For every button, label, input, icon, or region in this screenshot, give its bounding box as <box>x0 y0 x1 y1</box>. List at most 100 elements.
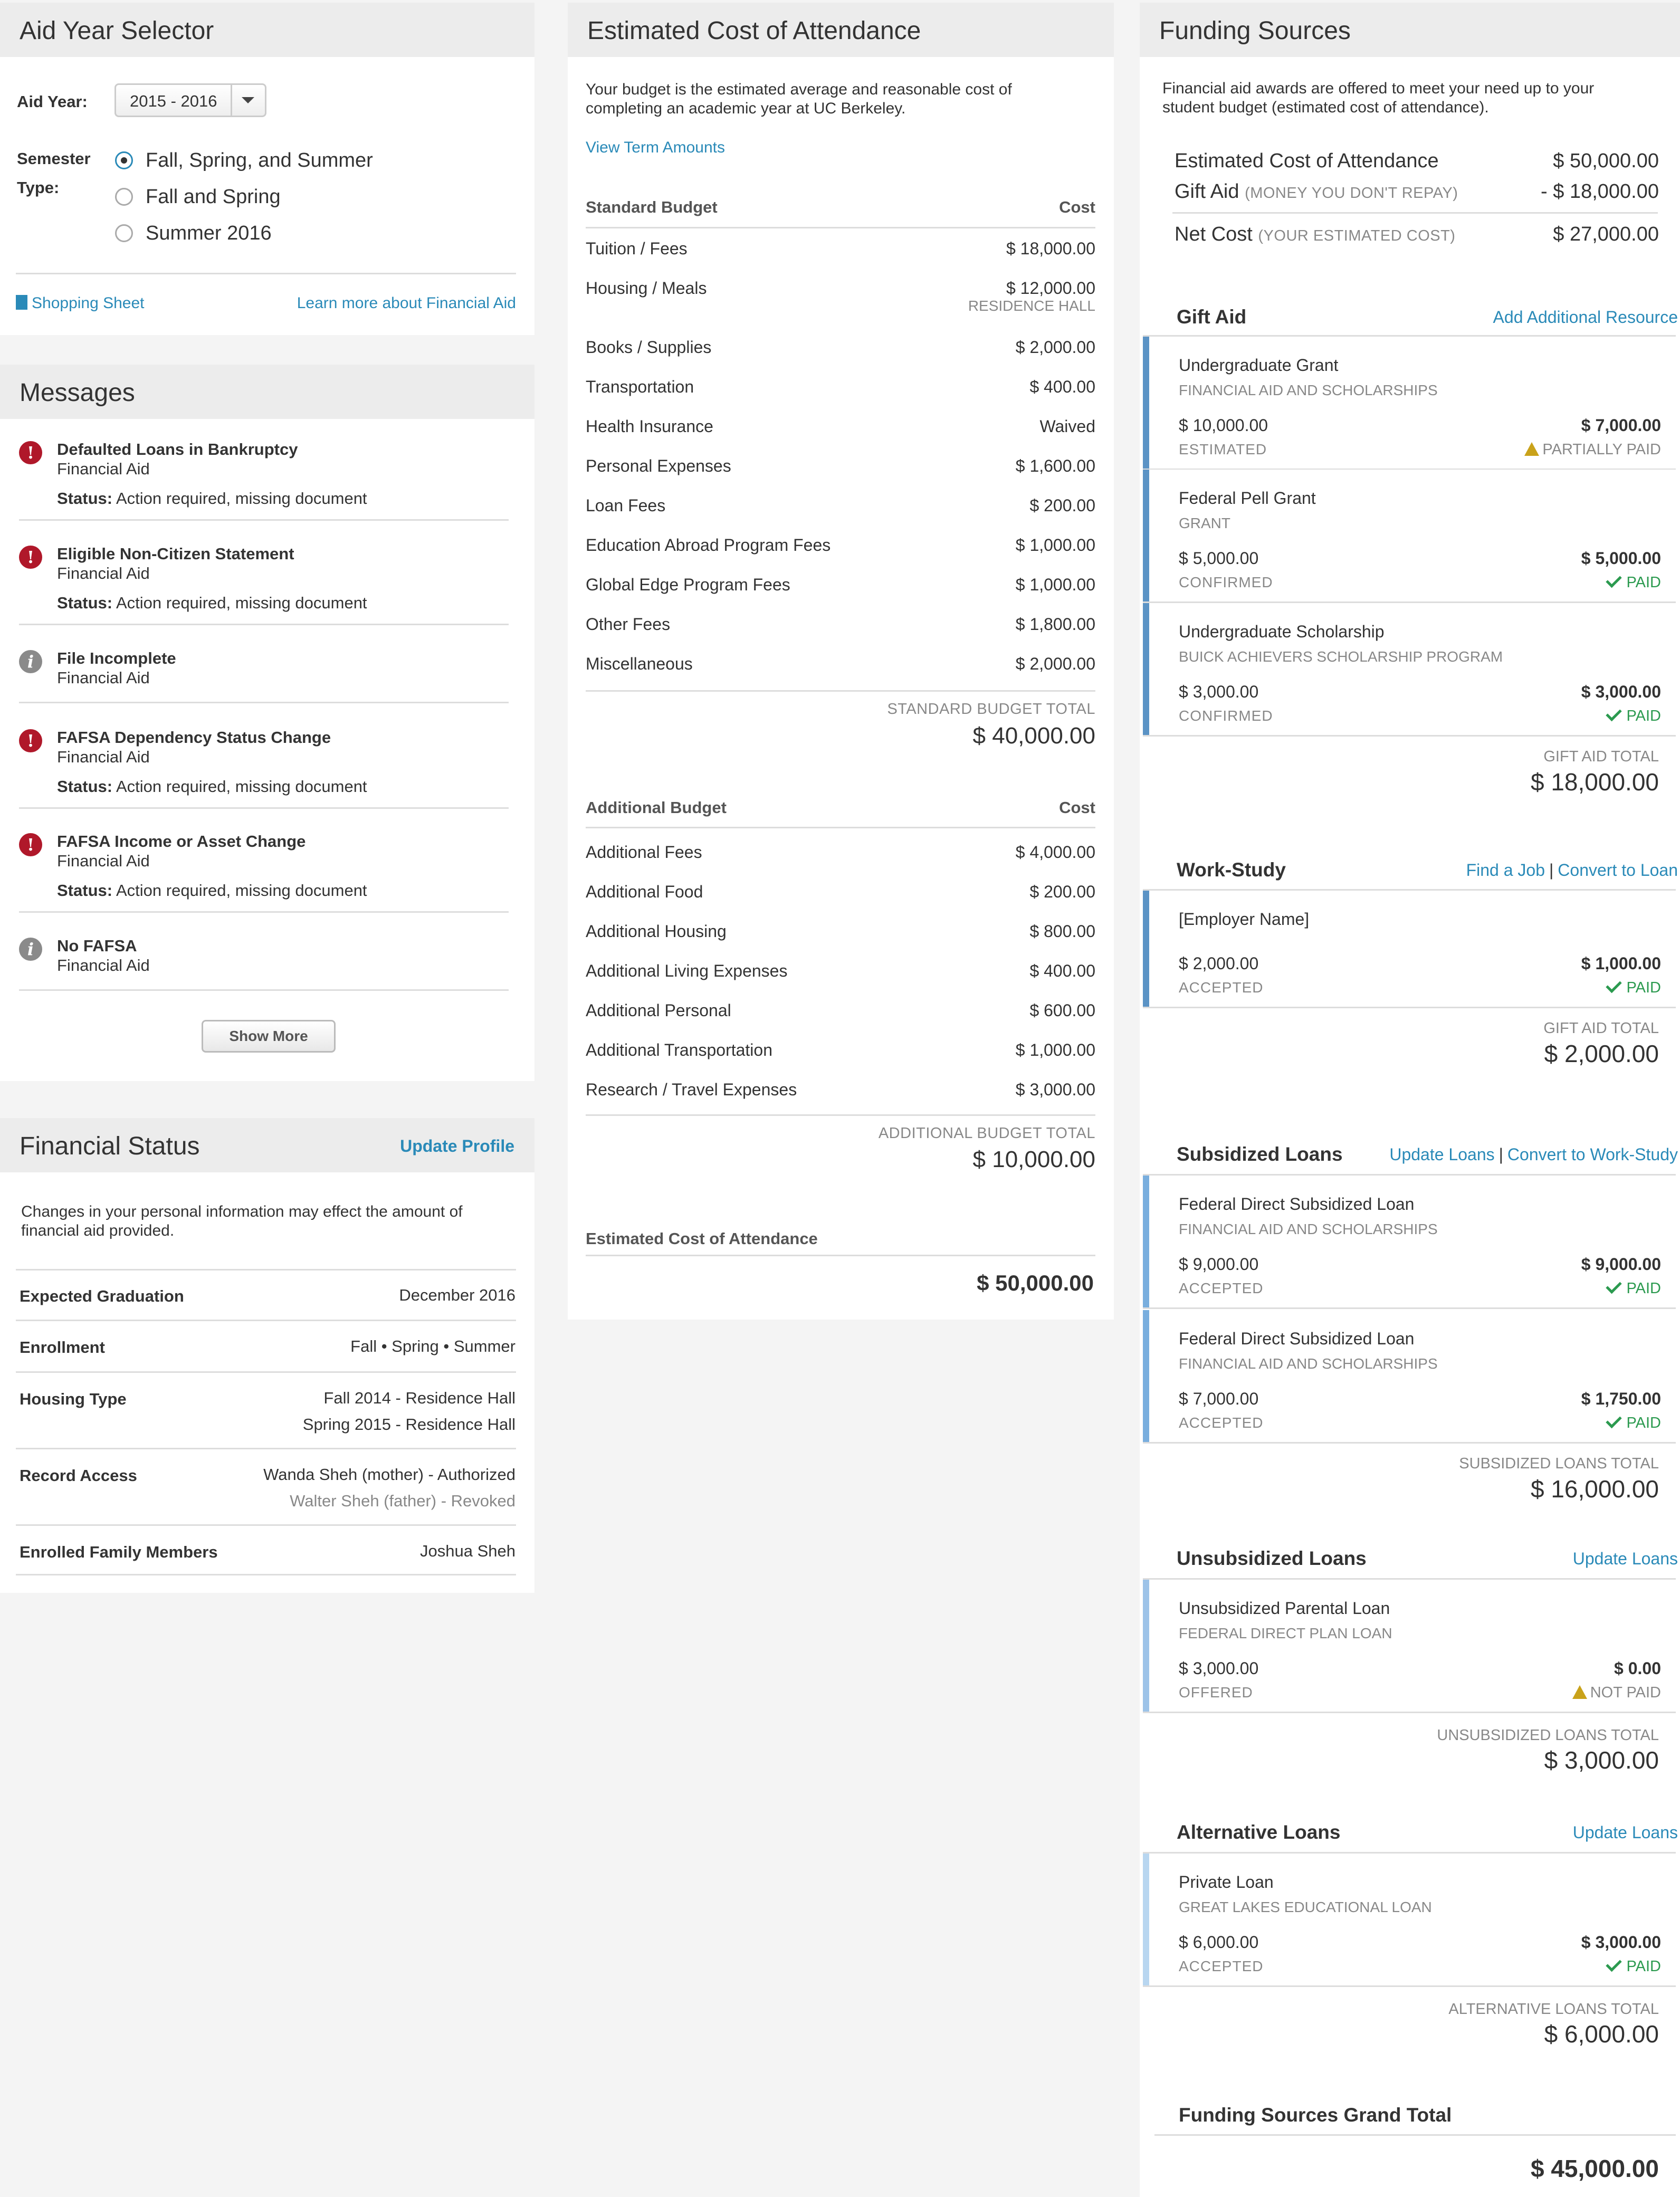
message-item[interactable]: ! Eligible Non-Citizen Statement Financial… <box>0 545 528 641</box>
budget-item-cost: $ 600.00 <box>1029 1001 1095 1020</box>
budget-item-cost: $ 18,000.00 <box>1006 239 1095 258</box>
warning-icon <box>1524 442 1540 456</box>
budget-item-name: Health Insurance <box>586 417 713 436</box>
funding-title: Funding Sources <box>1159 17 1351 45</box>
error-icon: ! <box>19 833 42 856</box>
divider <box>1143 1007 1676 1008</box>
message-status-value: Action required, missing document <box>116 489 367 508</box>
learn-more-link[interactable]: Learn more about Financial Aid <box>297 294 516 312</box>
budget-item-name: Transportation <box>586 377 694 396</box>
divider <box>1154 2134 1676 2136</box>
award-item[interactable]: Undergraduate Scholarship BUICK ACHIEVERS… <box>1143 603 1676 735</box>
standard-total-value: $ 40,000.00 <box>972 723 1095 749</box>
shopping-sheet-link[interactable]: Shopping Sheet <box>16 294 145 312</box>
additional-total-value: $ 10,000.00 <box>972 1147 1095 1172</box>
section-link[interactable]: Convert to Loan <box>1558 861 1678 880</box>
award-item[interactable]: Federal Direct Subsidized Loan FINANCIAL … <box>1143 1310 1676 1442</box>
divider <box>1143 1442 1676 1444</box>
divider <box>586 227 1095 228</box>
message-item[interactable]: ! FAFSA Dependency Status Change Financial… <box>0 728 528 824</box>
award-name: Federal Direct Subsidized Loan <box>1179 1195 1415 1214</box>
divider <box>586 1255 1095 1256</box>
funding-section-title: Work-Study <box>1177 859 1286 881</box>
award-item[interactable]: Undergraduate Grant FINANCIAL AID AND SCH… <box>1143 337 1676 469</box>
view-term-amounts-link[interactable]: View Term Amounts <box>586 139 725 157</box>
section-link[interactable]: Convert to Work-Study <box>1507 1145 1678 1164</box>
aid-year-select[interactable]: 2015 - 2016 <box>114 83 266 117</box>
budget-row: Education Abroad Program Fees $ 1,000.00 <box>586 529 1095 566</box>
budget-row: Housing / Meals $ 12,000.00 RESIDENCE HALL <box>586 272 1095 314</box>
show-more-button[interactable]: Show More <box>202 1020 336 1053</box>
award-paid-amount: $ 1,000.00 <box>1581 954 1661 973</box>
financial-status-header: Financial Status Update Profile <box>0 1118 534 1172</box>
award-item[interactable]: Federal Pell Grant GRANT $ 5,000.00 CONFIRM… <box>1143 470 1676 601</box>
award-paid-amount: $ 5,000.00 <box>1581 549 1661 568</box>
budget-item-cost: $ 400.00 <box>1029 961 1095 980</box>
budget-item-cost: $ 2,000.00 <box>1015 338 1095 357</box>
award-state: ACCEPTED <box>1179 979 1264 996</box>
message-status: Status: Action required, missing documen… <box>57 777 367 796</box>
budget-row: Additional Housing $ 800.00 <box>586 915 1095 952</box>
status-value: Fall 2014 - Residence Hall Spring 2015 - … <box>303 1385 516 1438</box>
award-item[interactable]: Unsubsidized Parental Loan FEDERAL DIRECT… <box>1143 1580 1676 1712</box>
award-paid-amount: $ 9,000.00 <box>1581 1255 1661 1274</box>
budget-item-cost: $ 800.00 <box>1029 922 1095 941</box>
warning-icon <box>1572 1685 1587 1699</box>
status-value-line: Spring 2015 - Residence Hall <box>302 1415 516 1434</box>
award-amount: $ 6,000.00 <box>1179 1933 1259 1952</box>
error-icon: ! <box>19 729 42 752</box>
check-icon <box>1606 571 1622 588</box>
divider <box>1143 1307 1676 1309</box>
budget-item-cost: $ 200.00 <box>1029 496 1095 515</box>
award-pay-status: PARTIALLY PAID <box>1524 441 1661 458</box>
divider <box>19 989 509 991</box>
award-amount: $ 3,000.00 <box>1179 1659 1259 1678</box>
budget-item-cost: $ 1,000.00 <box>1015 536 1095 555</box>
radio-unselected[interactable] <box>115 224 133 242</box>
message-item[interactable]: ! Defaulted Loans in Bankruptcy Financial … <box>0 440 528 536</box>
award-pay-status: PAID <box>1606 705 1661 725</box>
budget-item-cost: $ 1,800.00 <box>1015 615 1095 634</box>
standard-total-label: STANDARD BUDGET TOTAL <box>887 701 1095 718</box>
status-label: Enrollment <box>20 1338 105 1357</box>
message-title: File Incomplete <box>57 649 176 667</box>
radio-selected[interactable] <box>115 151 133 169</box>
info-icon: i <box>19 650 42 673</box>
section-link[interactable]: Update Loans <box>1389 1145 1494 1164</box>
section-link[interactable]: Find a Job <box>1466 861 1545 880</box>
budget-item-cost: $ 400.00 <box>1029 377 1095 396</box>
semester-option-label: Summer 2016 <box>146 222 272 244</box>
radio-unselected[interactable] <box>115 188 133 206</box>
award-state: CONFIRMED <box>1179 708 1273 724</box>
budget-item-cost: $ 12,000.00 <box>1006 279 1095 298</box>
award-item[interactable]: Federal Direct Subsidized Loan FINANCIAL … <box>1143 1176 1676 1307</box>
section-total-value: $ 3,000.00 <box>1544 1746 1659 1774</box>
award-name: Federal Pell Grant <box>1179 489 1316 508</box>
status-row: Enrollment Fall • Spring • Summer <box>20 1337 516 1370</box>
award-state: ACCEPTED <box>1179 1415 1264 1431</box>
section-link[interactable]: Update Loans <box>1573 1549 1678 1568</box>
chevron-down-icon <box>242 97 254 103</box>
aid-year-label: Aid Year: <box>17 92 88 111</box>
funding-card: Funding Sources Financial aid awards are… <box>1140 3 1680 2197</box>
funding-intro: Financial aid awards are offered to meet… <box>1162 80 1595 116</box>
message-item[interactable]: i No FAFSA Financial Aid <box>0 937 528 1033</box>
section-link[interactable]: Update Loans <box>1573 1823 1678 1842</box>
budget-item-name: Additional Living Expenses <box>586 961 788 980</box>
summary-net-cost: Net Cost (YOUR ESTIMATED COST) <box>1175 223 1455 246</box>
award-amount: $ 2,000.00 <box>1179 954 1259 973</box>
update-profile-link[interactable]: Update Profile <box>400 1136 514 1156</box>
budget-item-cost: $ 1,000.00 <box>1015 1040 1095 1059</box>
award-state: ESTIMATED <box>1179 441 1267 457</box>
section-link[interactable]: Add Additional Resource <box>1493 308 1678 327</box>
budget-row: Research / Travel Expenses $ 3,000.00 <box>586 1074 1095 1111</box>
message-title: FAFSA Dependency Status Change <box>57 728 331 747</box>
message-item[interactable]: ! FAFSA Income or Asset Change Financial A… <box>0 832 528 928</box>
divider <box>1143 735 1676 737</box>
award-item[interactable]: Private Loan GREAT LAKES EDUCATIONAL LOAN… <box>1143 1854 1676 1985</box>
divider <box>16 1371 516 1373</box>
award-source: FINANCIAL AID AND SCHOLARSHIPS <box>1179 1221 1438 1237</box>
message-status-label: Status: <box>57 777 113 796</box>
award-item[interactable]: [Employer Name] $ 2,000.00 ACCEPTED $ 1,000… <box>1143 891 1676 1007</box>
dropdown-arrow-area[interactable] <box>231 85 265 116</box>
